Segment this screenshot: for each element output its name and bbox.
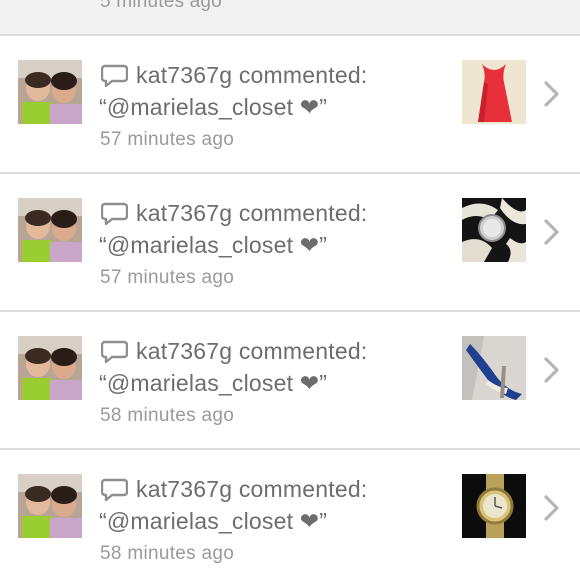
comment-bubble-icon (101, 64, 128, 88)
comment-text: “@marielas_closet ❤” (99, 232, 328, 258)
comment-summary: kat7367g commented: (136, 200, 367, 227)
action-text: commented: (238, 62, 368, 88)
comment-text: “@marielas_closet ❤” (99, 94, 328, 120)
chevron-right-icon[interactable] (542, 356, 562, 384)
notification-row[interactable]: kat7367g commented: “@marielas_closet ❤”… (0, 312, 580, 450)
item-thumbnail[interactable] (462, 198, 526, 262)
comment-bubble-icon (101, 478, 128, 502)
chevron-right-icon[interactable] (542, 494, 562, 522)
action-text: commented: (238, 476, 368, 502)
user-avatar[interactable] (18, 198, 82, 262)
comment-text: “@marielas_closet ❤” (99, 508, 328, 534)
item-thumbnail[interactable] (462, 60, 526, 124)
username-link[interactable]: kat7367g (136, 476, 232, 502)
comment-summary: kat7367g commented: (136, 476, 367, 503)
item-thumbnail[interactable] (462, 336, 526, 400)
timestamp: 5 minutes ago (100, 0, 222, 12)
previous-notification-row[interactable]: 5 minutes ago (0, 0, 580, 36)
notification-row[interactable]: kat7367g commented: “@marielas_closet ❤”… (0, 36, 580, 174)
comment-bubble-icon (101, 340, 128, 364)
user-avatar[interactable] (18, 474, 82, 538)
username-link[interactable]: kat7367g (136, 62, 232, 88)
user-avatar[interactable] (18, 60, 82, 124)
action-text: commented: (238, 338, 368, 364)
notification-feed: 5 minutes ago kat7367g commented: “@mari… (0, 0, 580, 580)
comment-summary: kat7367g commented: (136, 62, 367, 89)
notification-row[interactable]: kat7367g commented: “@marielas_closet ❤”… (0, 450, 580, 580)
chevron-right-icon[interactable] (542, 218, 562, 246)
chevron-right-icon[interactable] (542, 80, 562, 108)
timestamp: 57 minutes ago (100, 129, 235, 150)
notification-row[interactable]: kat7367g commented: “@marielas_closet ❤”… (0, 174, 580, 312)
comment-bubble-icon (101, 202, 128, 226)
action-text: commented: (238, 200, 368, 226)
user-avatar[interactable] (18, 336, 82, 400)
timestamp: 57 minutes ago (100, 267, 235, 288)
timestamp: 58 minutes ago (100, 543, 235, 564)
username-link[interactable]: kat7367g (136, 200, 232, 226)
comment-summary: kat7367g commented: (136, 338, 367, 365)
username-link[interactable]: kat7367g (136, 338, 232, 364)
timestamp: 58 minutes ago (100, 405, 235, 426)
comment-text: “@marielas_closet ❤” (99, 370, 328, 396)
item-thumbnail[interactable] (462, 474, 526, 538)
